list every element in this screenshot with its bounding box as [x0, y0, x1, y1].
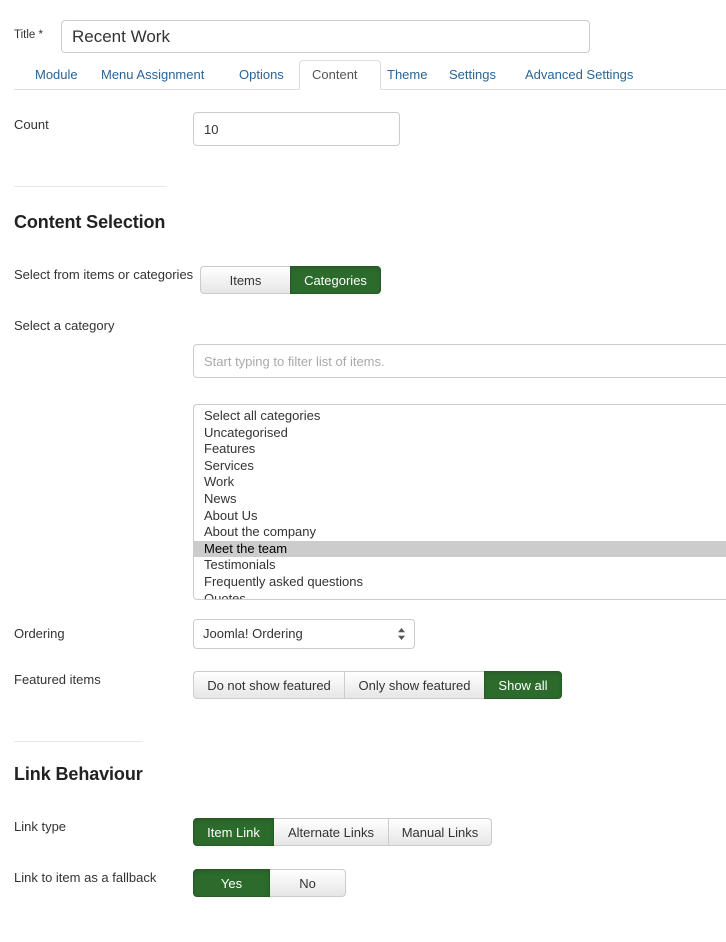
- category-option[interactable]: Work: [194, 474, 726, 491]
- featured-items-button-group: Do not show featured Only show featured Sh…: [193, 671, 562, 699]
- featured-option-show-all[interactable]: Show all: [484, 671, 562, 699]
- category-option[interactable]: Services: [194, 458, 726, 475]
- content-selection-heading: Content Selection: [14, 212, 166, 232]
- category-option[interactable]: Features: [194, 441, 726, 458]
- tab-bar: Module Menu Assignment Options Content Theme…: [0, 60, 726, 90]
- tab-settings[interactable]: Settings: [436, 60, 518, 90]
- source-option-categories[interactable]: Categories: [290, 266, 381, 294]
- link-type-button-group: Item Link Alternate Links Manual Links: [193, 818, 492, 846]
- tab-content[interactable]: Content: [299, 60, 381, 90]
- fallback-option-yes[interactable]: Yes: [193, 869, 270, 897]
- ordering-select-value[interactable]: Joomla! Ordering: [193, 619, 415, 649]
- title-label: Title *: [14, 29, 43, 41]
- category-option[interactable]: Select all categories: [194, 408, 726, 425]
- count-label: Count: [14, 117, 49, 132]
- featured-option-only-show-featured[interactable]: Only show featured: [344, 671, 485, 699]
- category-option[interactable]: Uncategorised: [194, 425, 726, 442]
- fallback-button-group: Yes No: [193, 869, 346, 897]
- category-option[interactable]: Testimonials: [194, 557, 726, 574]
- featured-items-label: Featured items: [14, 672, 101, 687]
- category-option[interactable]: Meet the team: [194, 540, 726, 558]
- link-type-label: Link type: [14, 819, 67, 834]
- title-row: Title *: [0, 10, 726, 53]
- fallback-label: Link to item as a fallback: [14, 870, 157, 885]
- source-type-label: Select from items or categories: [14, 267, 194, 282]
- category-option[interactable]: Quotes: [194, 591, 726, 599]
- link-type-option-manual-links[interactable]: Manual Links: [388, 818, 492, 846]
- category-listbox[interactable]: Select all categories Uncategorised Featur…: [193, 404, 726, 600]
- ordering-label: Ordering: [14, 626, 65, 641]
- ordering-select[interactable]: Joomla! Ordering: [193, 619, 415, 649]
- tab-advanced-settings[interactable]: Advanced Settings: [512, 60, 662, 90]
- category-option[interactable]: About Us: [194, 508, 726, 525]
- category-option[interactable]: Frequently asked questions: [194, 574, 726, 591]
- category-option[interactable]: About the company: [194, 524, 726, 541]
- category-label: Select a category: [14, 318, 115, 333]
- source-option-items[interactable]: Items: [200, 266, 291, 294]
- category-filter-input[interactable]: [193, 344, 726, 378]
- featured-option-do-not-show-featured[interactable]: Do not show featured: [193, 671, 345, 699]
- link-type-option-item-link[interactable]: Item Link: [193, 818, 274, 846]
- section-divider-link: [14, 741, 143, 742]
- count-input[interactable]: [193, 112, 400, 146]
- title-input[interactable]: [61, 20, 590, 53]
- link-type-option-alternate-links[interactable]: Alternate Links: [273, 818, 389, 846]
- fallback-option-no[interactable]: No: [269, 869, 346, 897]
- tab-theme[interactable]: Theme: [374, 60, 441, 90]
- module-edit-form: Title * ModuleMenu AssignmentOptionsCont…: [0, 0, 726, 942]
- tab-options[interactable]: Options: [226, 60, 306, 90]
- link-behaviour-heading: Link Behaviour: [14, 764, 143, 784]
- tab-menu-assignment[interactable]: Menu Assignment: [88, 60, 232, 90]
- section-divider-content: [14, 186, 167, 187]
- category-option[interactable]: News: [194, 491, 726, 508]
- source-type-button-group: Items Categories: [200, 266, 381, 294]
- tab-module[interactable]: Module: [22, 60, 94, 90]
